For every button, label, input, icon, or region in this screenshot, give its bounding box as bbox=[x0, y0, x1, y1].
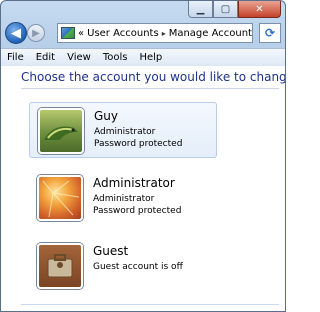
caption-buttons: ▁ ▢ ✕ bbox=[188, 1, 281, 19]
menu-bar: File Edit View Tools Help bbox=[1, 48, 285, 67]
breadcrumb-manage-accounts[interactable]: Manage Accounts bbox=[169, 28, 252, 39]
menu-view[interactable]: View bbox=[61, 52, 97, 63]
menu-help[interactable]: Help bbox=[133, 52, 168, 63]
bottom-divider bbox=[21, 304, 279, 305]
account-tile-administrator[interactable]: Administrator Administrator Password pro… bbox=[29, 170, 217, 226]
back-button[interactable]: ◀ bbox=[5, 22, 27, 44]
account-type: Administrator bbox=[94, 127, 156, 137]
content-pane: Choose the account you would like to cha… bbox=[1, 66, 285, 311]
maximize-icon: ▢ bbox=[220, 3, 231, 15]
breadcrumb-user-accounts[interactable]: User Accounts bbox=[87, 28, 159, 39]
refresh-button[interactable]: ⟳ bbox=[259, 23, 281, 43]
menu-edit[interactable]: Edit bbox=[30, 52, 61, 63]
account-tile-guest[interactable]: Guest Guest account is off bbox=[29, 238, 217, 294]
account-type: Administrator bbox=[93, 194, 155, 204]
address-overflow-button[interactable]: « bbox=[78, 28, 84, 39]
window-frame: ▁ ▢ ✕ ◀ ▶ « User Accounts ▸ Manage Accou… bbox=[0, 0, 286, 312]
menu-tools[interactable]: Tools bbox=[97, 52, 134, 63]
chameleon-picture bbox=[38, 108, 84, 154]
control-panel-icon bbox=[61, 27, 75, 39]
refresh-icon: ⟳ bbox=[264, 26, 276, 40]
navigation-bar: ◀ ▶ « User Accounts ▸ Manage Accounts ▼ … bbox=[5, 21, 281, 47]
flower-picture bbox=[37, 175, 83, 221]
back-arrow-icon: ◀ bbox=[11, 25, 21, 41]
close-icon: ✕ bbox=[255, 3, 264, 15]
menu-file[interactable]: File bbox=[1, 52, 30, 63]
forward-button[interactable]: ▶ bbox=[27, 24, 45, 42]
account-status: Password protected bbox=[94, 139, 183, 149]
briefcase-picture bbox=[37, 243, 83, 289]
account-status: Password protected bbox=[93, 206, 182, 216]
forward-arrow-icon: ▶ bbox=[32, 27, 40, 39]
breadcrumb-separator-icon[interactable]: ▸ bbox=[162, 29, 166, 38]
heading-divider bbox=[21, 88, 279, 89]
minimize-icon: ▁ bbox=[196, 3, 205, 15]
account-tile-guy[interactable]: Guy Administrator Password protected bbox=[29, 102, 217, 158]
maximize-button[interactable]: ▢ bbox=[213, 1, 238, 18]
account-name: Administrator bbox=[93, 176, 175, 190]
address-bar[interactable]: « User Accounts ▸ Manage Accounts ▼ bbox=[57, 23, 253, 43]
account-name: Guest bbox=[93, 244, 129, 258]
minimize-button[interactable]: ▁ bbox=[188, 1, 213, 18]
account-status: Guest account is off bbox=[93, 262, 183, 272]
close-button[interactable]: ✕ bbox=[238, 1, 281, 18]
account-name: Guy bbox=[94, 109, 119, 123]
page-title: Choose the account you would like to cha… bbox=[21, 70, 286, 84]
